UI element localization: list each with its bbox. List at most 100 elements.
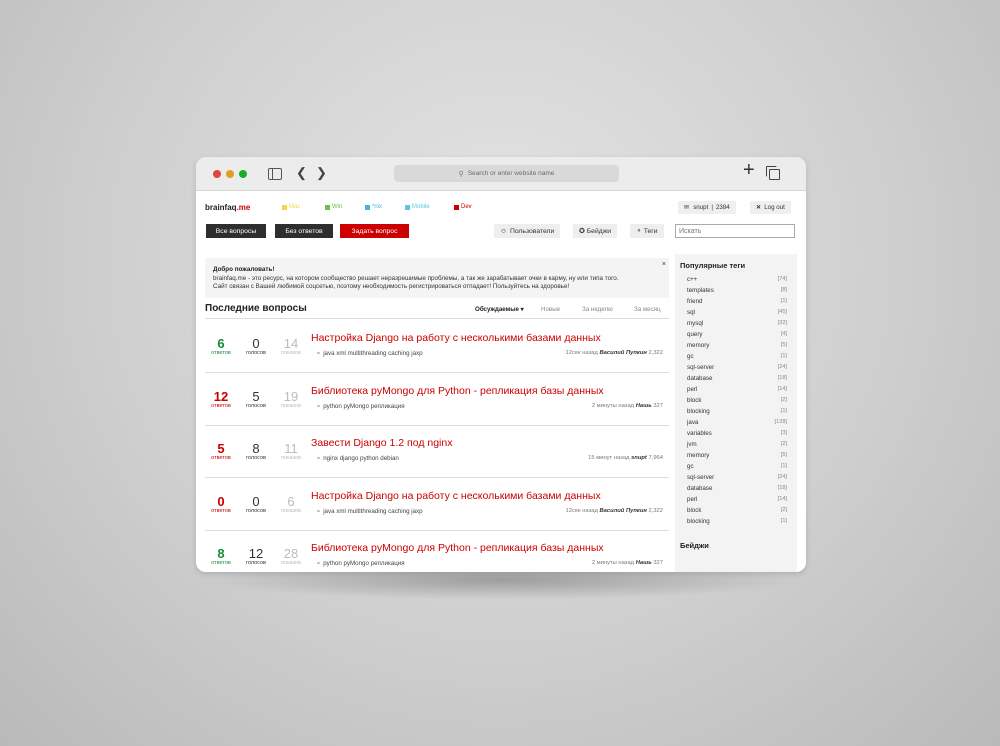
answers-label: ответов [211,455,231,461]
tag-list-item[interactable]: memory [5] [687,452,787,463]
votes-stat: 12 голосов [241,547,271,567]
category-link[interactable]: Win [325,204,342,210]
tag-list-item[interactable]: block [2] [687,507,787,518]
question-tags-text[interactable]: nginx django python debian [323,455,399,462]
sort-discussed[interactable]: Обсуждаемые ▾ [475,306,524,313]
logo-tld: .me [236,203,251,212]
sidebar-toggle-icon[interactable] [268,168,282,180]
question-author[interactable]: Нашь [636,560,652,566]
web-page: brainfaq.me Mac Win *nix Mobile Dev ✉ snupt … [196,191,806,572]
question-tags: ⚬ java xml multithreading caching jaxp [316,508,423,515]
users-tab[interactable]: ☺ Пользователи [494,224,561,238]
question-tags: ⚬ nginx django python debian [316,455,399,462]
tabs-overview-icon[interactable] [766,166,780,180]
tag-list-item[interactable]: jvm [2] [687,441,787,452]
tag-list-item[interactable]: sql-server [24] [687,364,787,375]
tag-list-item[interactable]: perl [14] [687,386,787,397]
tag-list-item[interactable]: variables [3] [687,430,787,441]
tag-list-item[interactable]: block [2] [687,397,787,408]
all-questions-button[interactable]: Все вопросы [206,224,266,238]
answers-count: 8 [217,546,225,561]
tag-list-item[interactable]: sql [45] [687,309,787,320]
answers-count: 12 [213,388,229,404]
minimize-window-button[interactable] [226,170,234,178]
question-author[interactable]: snupt [631,455,647,461]
site-logo[interactable]: brainfaq.me [205,203,250,212]
question-author[interactable]: Василий Пупкин [599,508,646,514]
tag-list-item[interactable]: java [128] [687,419,787,430]
tag-list-item[interactable]: gc [1] [687,463,787,474]
new-tab-plus-icon[interactable]: + [743,160,755,180]
divider [205,424,669,426]
back-arrow-icon[interactable]: ❮ [296,166,307,180]
tag-list-item[interactable]: friend [1] [687,298,787,309]
tag-list-item[interactable]: templates [8] [687,287,787,298]
tag-count: [24] [777,474,787,480]
question-tags-text[interactable]: python pyMongo репликация [323,560,404,567]
tag-name: database [687,485,713,492]
users-tab-label: Пользователи [509,227,555,235]
user-box[interactable]: ✉ snupt | 2384 [678,201,736,214]
divider [205,529,669,531]
badges-tab[interactable]: ✪ Бейджи [573,224,618,238]
question-tags-text[interactable]: python pyMongo репликация [323,403,404,410]
views-stat: 28 показов [276,547,306,567]
forward-arrow-icon[interactable]: ❯ [316,166,327,180]
tag-count: [18] [777,485,787,491]
maximize-window-button[interactable] [239,170,247,178]
question-title-link[interactable]: Завести Django 1.2 под nginx [311,437,452,449]
category-link[interactable]: Mac [282,204,300,210]
logout-button[interactable]: ✕ Log out [750,201,791,214]
tag-list-item[interactable]: gc [1] [687,353,787,364]
tag-icon: ⚬ [636,228,642,235]
question-title-link[interactable]: Библиотека pyMongo для Python - репликац… [311,385,604,397]
author-rep: 2,322 [648,507,663,514]
tag-list-item[interactable]: c++ [74] [687,276,787,287]
username: snupt [693,204,709,211]
tag-list-item[interactable]: memory [5] [687,342,787,353]
tag-list-item[interactable]: blocking [1] [687,518,787,529]
tag-list-item[interactable]: sql-server [24] [687,474,787,485]
question-row: 6 ответов 0 голосов 14 показов Настройка Djang… [205,322,669,374]
answers-stat: 5 ответов [206,442,236,462]
ask-question-button[interactable]: Задать вопрос [340,224,409,238]
tag-name: sql-server [687,364,715,371]
question-tags-text[interactable]: java xml multithreading caching jaxp [323,508,422,515]
browser-window: ❮ ❯ ⚲ Search or enter website name + bra… [196,157,806,572]
question-tags-text[interactable]: java xml multithreading caching jaxp [323,350,422,357]
question-title-link[interactable]: Библиотека pyMongo для Python - репликац… [311,542,604,554]
question-title-link[interactable]: Настройка Django на работу с несколькими… [311,332,601,344]
close-window-button[interactable] [213,170,221,178]
category-color-square [282,204,287,210]
tag-list-item[interactable]: perl [14] [687,496,787,507]
tag-count: [1] [780,463,787,469]
sort-month[interactable]: За месяц [634,306,661,313]
category-link[interactable]: *nix [365,204,382,210]
tag-list-item[interactable]: database [18] [687,375,787,386]
tag-count: [3] [780,430,787,436]
question-title-link[interactable]: Настройка Django на работу с несколькими… [311,490,601,502]
sort-week[interactable]: За неделю [582,306,613,313]
tag-list-item[interactable]: mysql [32] [687,320,787,331]
tag-name: blocking [687,518,710,525]
tag-name: friend [687,298,703,305]
tag-count: [2] [780,507,787,513]
tag-list-item[interactable]: query [4] [687,331,787,342]
sort-new[interactable]: Новые [541,306,560,313]
question-tags: ⚬ python pyMongo репликация [316,560,405,567]
question-author[interactable]: Нашь [636,403,652,409]
views-count: 28 [283,546,299,561]
category-link[interactable]: Dev [454,204,472,210]
tags-tab[interactable]: ⚬ Теги [630,224,664,238]
tag-list-item[interactable]: blocking [1] [687,408,787,419]
category-link[interactable]: Mobile [405,204,430,210]
search-input[interactable] [675,224,795,238]
question-author[interactable]: Василий Пупкин [599,350,646,356]
question-time: 15 минут назад [588,455,630,461]
unanswered-button[interactable]: Без ответов [275,224,333,238]
welcome-close-icon[interactable]: × [662,261,666,270]
address-bar[interactable]: ⚲ Search or enter website name [394,165,619,182]
tag-name: c++ [687,276,698,283]
tag-list-item[interactable]: database [18] [687,485,787,496]
answers-label: ответов [211,507,231,514]
